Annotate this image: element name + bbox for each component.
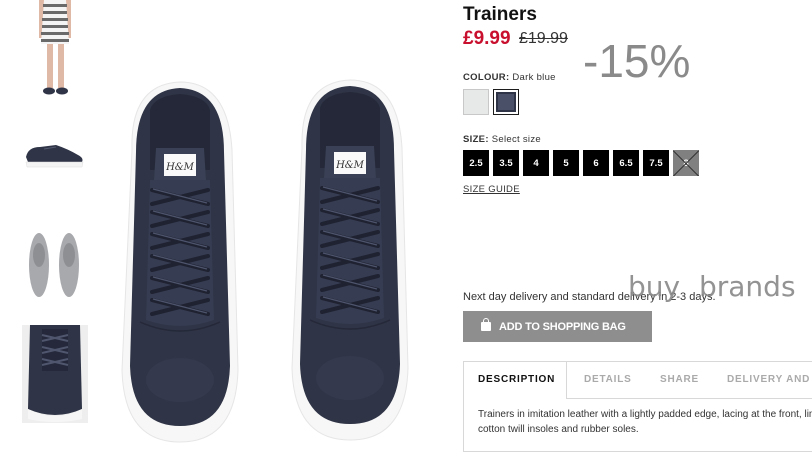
thumbnail-top-grey[interactable] xyxy=(22,225,88,305)
main-product-image[interactable]: H&M xyxy=(110,70,430,450)
sale-price: £9.99 xyxy=(463,28,511,49)
size-option-2-5[interactable]: 2.5 xyxy=(463,150,489,176)
size-option-3-5[interactable]: 3.5 xyxy=(493,150,519,176)
colour-value: Dark blue xyxy=(512,72,556,83)
add-to-bag-label: ADD TO SHOPPING BAG xyxy=(499,320,626,333)
tab-description[interactable]: DESCRIPTION xyxy=(478,374,555,385)
shoe-closeup-image xyxy=(22,325,88,423)
product-title: Trainers xyxy=(463,4,537,25)
tab-share[interactable]: SHARE xyxy=(660,374,699,385)
size-heading: SIZE: xyxy=(463,134,489,145)
size-option-7-5[interactable]: 7.5 xyxy=(643,150,669,176)
size-option-6-5[interactable]: 6.5 xyxy=(613,150,639,176)
size-hint: Select size xyxy=(491,134,541,145)
colour-swatch-dark-blue[interactable] xyxy=(493,89,519,115)
size-option-8-sold-out: 8 xyxy=(673,150,699,176)
shoe-grey-image xyxy=(29,233,79,297)
colour-swatch-light-grey[interactable] xyxy=(463,89,489,115)
thumbnail-closeup[interactable] xyxy=(22,325,88,423)
shoe-side-image xyxy=(25,145,84,168)
product-info-tabs: DESCRIPTION DETAILS SHARE DELIVERY AND T… xyxy=(463,361,812,452)
tab-delivery[interactable]: DELIVERY AND xyxy=(727,374,810,385)
watermark-text: buy brands xyxy=(628,270,796,303)
size-label: SIZE: Select size xyxy=(463,134,541,145)
colour-heading: COLOUR: xyxy=(463,72,510,83)
size-selector: 2.5 3.5 4 5 6 6.5 7.5 8 xyxy=(463,150,699,176)
trainers-top-view-image: H&M xyxy=(120,78,410,444)
thumbnail-model[interactable] xyxy=(22,0,88,100)
shopping-bag-icon xyxy=(481,318,491,331)
model-image xyxy=(22,0,88,100)
size-guide-link[interactable]: SIZE GUIDE xyxy=(463,184,520,195)
size-option-6[interactable]: 6 xyxy=(583,150,609,176)
size-option-5[interactable]: 5 xyxy=(553,150,579,176)
discount-badge: -15% xyxy=(583,35,691,87)
add-to-bag-button[interactable]: ADD TO SHOPPING BAG xyxy=(463,311,652,342)
colour-label: COLOUR: Dark blue xyxy=(463,72,556,83)
size-option-4[interactable]: 4 xyxy=(523,150,549,176)
tab-details[interactable]: DETAILS xyxy=(584,374,632,385)
original-price: £19.99 xyxy=(519,30,568,47)
thumbnail-side-view[interactable] xyxy=(22,125,88,185)
description-text: Trainers in imitation leather with a lig… xyxy=(478,409,812,435)
tab-bar: DESCRIPTION DETAILS SHARE DELIVERY AND xyxy=(464,362,812,399)
